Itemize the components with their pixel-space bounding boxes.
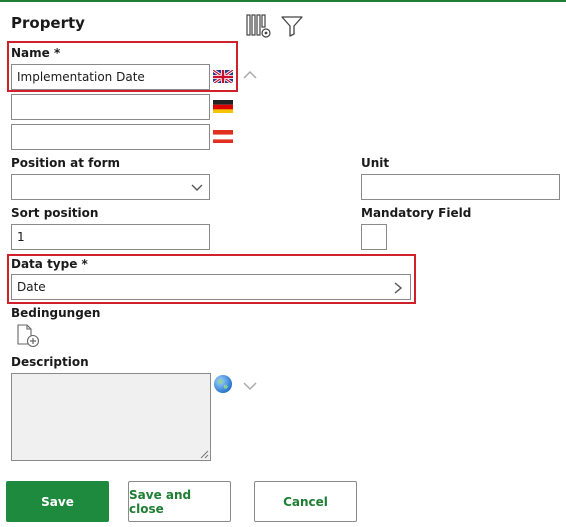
- sort-position-label: Sort position: [11, 206, 99, 220]
- name-input-en[interactable]: Implementation Date: [11, 64, 210, 90]
- save-and-close-button[interactable]: Save and close: [128, 481, 231, 522]
- columns-settings-icon[interactable]: [246, 13, 272, 39]
- add-document-icon[interactable]: [15, 324, 43, 348]
- cancel-button[interactable]: Cancel: [254, 481, 357, 522]
- data-type-value: Date: [17, 280, 46, 294]
- chevron-up-icon[interactable]: [241, 66, 259, 79]
- resize-handle-icon[interactable]: [199, 449, 209, 459]
- name-input-at[interactable]: [11, 124, 210, 150]
- unit-label: Unit: [361, 156, 390, 170]
- description-textarea[interactable]: [11, 373, 211, 461]
- germany-flag-icon[interactable]: [213, 99, 233, 113]
- uk-flag-icon[interactable]: [213, 69, 233, 83]
- mandatory-field-checkbox[interactable]: [361, 224, 387, 250]
- conditions-label: Bedingungen: [11, 306, 101, 320]
- filter-icon[interactable]: [280, 14, 304, 38]
- save-button[interactable]: Save: [6, 481, 109, 522]
- position-at-form-label: Position at form: [11, 156, 121, 170]
- globe-icon[interactable]: [213, 374, 233, 394]
- position-at-form-select[interactable]: [11, 174, 210, 200]
- top-accent-line: [0, 0, 566, 2]
- mandatory-field-label: Mandatory Field: [361, 206, 472, 220]
- unit-input[interactable]: [361, 174, 560, 200]
- chevron-down-icon[interactable]: [241, 377, 259, 391]
- data-type-label: Data type *: [11, 257, 88, 271]
- austria-flag-icon[interactable]: [213, 129, 233, 143]
- data-type-selector[interactable]: Date: [11, 274, 411, 300]
- page-title: Property: [11, 14, 85, 32]
- name-label: Name *: [11, 46, 61, 60]
- name-input-de[interactable]: [11, 94, 210, 120]
- chevron-down-icon[interactable]: [190, 180, 204, 194]
- chevron-right-icon[interactable]: [391, 280, 405, 294]
- sort-position-input[interactable]: 1: [11, 224, 210, 250]
- description-label: Description: [11, 355, 89, 369]
